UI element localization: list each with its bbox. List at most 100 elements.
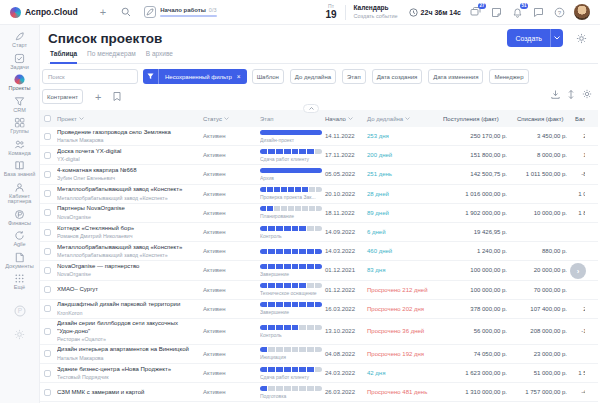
table-row[interactable]: Доска почета YX-digitalYX-digitalАктивен… [40, 146, 598, 165]
chat-widget-icon[interactable]: P [14, 305, 26, 317]
project-name[interactable]: Коттедж «Стеклянный бор» [57, 225, 197, 233]
row-checkbox[interactable] [44, 152, 51, 159]
create-button[interactable]: Создать [507, 29, 550, 47]
table-row[interactable]: Металлообрабатывающий завод «Конспект»Ме… [40, 185, 598, 204]
project-name[interactable]: Здание бизнес-центра «Нова Проджект» [57, 366, 197, 374]
row-checkbox[interactable] [44, 286, 51, 293]
row-checkbox[interactable] [44, 389, 51, 396]
page-settings-gear-icon[interactable] [576, 33, 587, 44]
sidebar-item-projects[interactable]: Проекты [0, 74, 39, 92]
col-start[interactable]: Начало [325, 116, 367, 122]
scroll-right-button[interactable]: › [570, 263, 586, 279]
project-name[interactable]: Ландшафтный дизайн парковой территории [57, 301, 197, 309]
project-name[interactable]: Партнеры NovaOrganise [57, 205, 197, 213]
sidebar-item-groups[interactable]: Группы [0, 117, 39, 135]
notifications-bell-icon[interactable]: 51 [511, 6, 524, 19]
row-checkbox[interactable] [44, 267, 51, 274]
row-checkbox[interactable] [44, 248, 51, 255]
add-filter-button[interactable]: + [95, 92, 101, 102]
row-checkbox[interactable] [44, 171, 51, 178]
timer-widget[interactable]: 22ч 36м 14с [409, 8, 461, 17]
save-filter-bookmark-icon[interactable] [113, 92, 121, 101]
project-name[interactable]: Металлообрабатывающий завод «Конспект» [57, 244, 197, 252]
user-avatar[interactable] [574, 4, 590, 20]
calendar-date[interactable]: Пт 19 [325, 4, 336, 20]
tab-Таблица[interactable]: Таблица [50, 50, 77, 64]
chat-icon[interactable] [532, 6, 545, 19]
create-dropdown-button[interactable] [550, 29, 563, 47]
help-icon[interactable]: ? [553, 6, 566, 19]
table-row[interactable]: 4-комнатная квартира №668Зубин Олег Евге… [40, 165, 598, 184]
filter-chip[interactable]: До дедлайна [290, 69, 336, 84]
row-checkbox[interactable] [44, 328, 51, 335]
sidebar-item-docs[interactable]: Документы [0, 252, 39, 270]
export-icon[interactable] [551, 90, 560, 99]
sidebar-item-team[interactable]: Команда [0, 139, 39, 157]
sidebar-item-finance[interactable]: Финансы [0, 209, 39, 227]
table-row[interactable]: Коттедж «Стеклянный бор»Романов Дмитрий … [40, 223, 598, 242]
col-status[interactable]: Статус [203, 116, 260, 122]
filter-chip[interactable]: Этап [342, 69, 366, 84]
filter-chip[interactable]: Дата изменения [428, 69, 483, 84]
active-filter-chip[interactable]: Несохраненный фильтр × [143, 69, 247, 84]
tab-В архиве[interactable]: В архиве [146, 50, 173, 63]
onboarding-progress[interactable]: Начало работы 0/3 [144, 6, 216, 18]
tab-По менеджерам[interactable]: По менеджерам [87, 50, 136, 63]
quick-add-button[interactable]: + [100, 7, 106, 17]
filter-chip[interactable]: Контрагент [42, 89, 83, 104]
table-row[interactable]: ХМАО– СургутАктивенТехническое оснащение… [40, 281, 598, 300]
filter-chip[interactable]: Менеджер [489, 69, 528, 84]
project-name[interactable]: Проведение газопровода село Землянка [57, 129, 197, 137]
row-checkbox[interactable] [44, 370, 51, 377]
table-row[interactable]: Дизайн интерьера апартаментов на Винницк… [40, 345, 598, 364]
row-checkbox[interactable] [44, 229, 51, 236]
col-project[interactable]: Проект [57, 116, 203, 122]
row-height-icon[interactable] [567, 90, 575, 99]
table-row[interactable]: NovaOrganise — партнерствоNovaOrganiseАк… [40, 261, 598, 280]
table-settings-gear-icon[interactable] [582, 89, 592, 99]
collapse-column-button[interactable] [303, 104, 319, 113]
project-name[interactable]: Дизайн интерьера апартаментов на Винницк… [57, 346, 197, 354]
col-stage[interactable]: Этап [260, 116, 325, 122]
sidebar-item-tasks[interactable]: Задачи [0, 53, 39, 71]
project-name[interactable]: 4-комнатная квартира №668 [57, 167, 197, 175]
select-all-checkbox[interactable] [44, 115, 51, 122]
sidebar-item-more[interactable]: Ещё [0, 273, 39, 291]
project-name[interactable]: Доска почета YX-digital [57, 148, 197, 156]
table-row[interactable]: Металлообрабатывающий завод «Конспект»Ме… [40, 242, 598, 261]
filter-chip[interactable]: Дата создания [372, 69, 423, 84]
table-row[interactable]: СЗМ ММК с замерами и картойАктивенПодгот… [40, 383, 598, 402]
project-name[interactable]: СЗМ ММК с замерами и картой [57, 389, 197, 397]
notes-icon[interactable] [490, 6, 503, 19]
col-balance[interactable]: Баланс [567, 116, 585, 122]
project-name[interactable]: NovaOrganise — партнерство [57, 263, 197, 271]
search-icon[interactable] [121, 7, 131, 17]
col-deadline[interactable]: До дедлайна [367, 116, 443, 122]
calendar-widget[interactable]: Календарь Создать событие [354, 5, 398, 19]
table-row[interactable]: Ландшафтный дизайн парковой территорииKr… [40, 300, 598, 319]
search-input[interactable]: Поиск [42, 69, 138, 84]
table-row[interactable]: Партнеры NovaOrganiseNovaOrganiseАктивен… [40, 204, 598, 223]
clear-filter-icon[interactable]: × [237, 73, 241, 80]
inbox-icon[interactable]: 27 [469, 6, 482, 19]
row-checkbox[interactable] [44, 305, 51, 312]
sidebar-item-knowledge[interactable]: База знаний [0, 160, 39, 178]
row-checkbox[interactable] [44, 190, 51, 197]
sidebar-item-start[interactable]: Старт [0, 31, 39, 49]
row-checkbox[interactable] [44, 350, 51, 357]
table-row[interactable]: Дизайн серии биллбордов сети закусочных … [40, 319, 598, 345]
project-name[interactable]: Дизайн серии биллбордов сети закусочных … [57, 320, 197, 335]
table-row[interactable]: Проведение газопровода село ЗемлянкаНата… [40, 127, 598, 146]
row-checkbox[interactable] [44, 133, 51, 140]
sidebar-item-agile[interactable]: Agile [0, 230, 39, 248]
col-expense[interactable]: Списания (факт) [507, 116, 567, 122]
filter-chip[interactable]: Шаблон [252, 69, 284, 84]
table-row[interactable]: Здание бизнес-центра «Нова Проджект»Тест… [40, 364, 598, 383]
row-checkbox[interactable] [44, 209, 51, 216]
sidebar-item-partner[interactable]: Кабинет партнера [0, 182, 39, 205]
filter-funnel-icon[interactable] [143, 69, 159, 84]
col-income[interactable]: Поступления (факт) [443, 116, 507, 122]
sidebar-item-crm[interactable]: CRM [0, 96, 39, 114]
project-name[interactable]: Металлообрабатывающий завод «Конспект» [57, 186, 197, 194]
widget-settings-icon[interactable] [14, 329, 25, 340]
